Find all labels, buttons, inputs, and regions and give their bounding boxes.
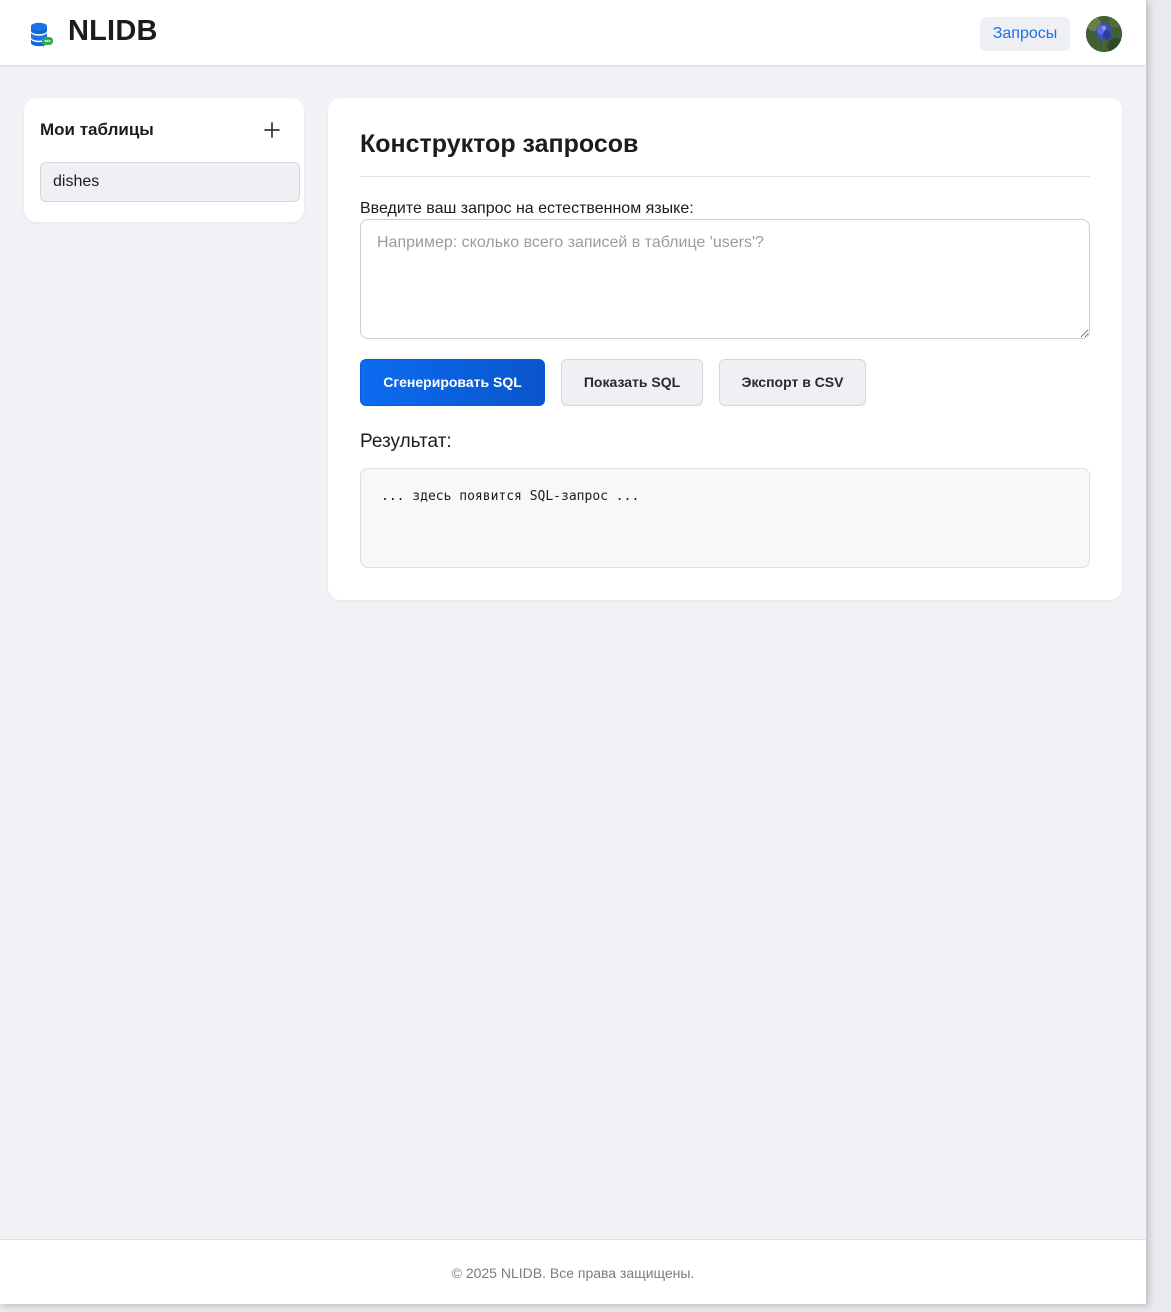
brand-title[interactable]: NLIDB [68, 15, 158, 48]
sidebar-title: Мои таблицы [40, 120, 154, 139]
nav-queries-link[interactable]: Запросы [980, 17, 1070, 51]
result-label: Результат: [360, 431, 452, 452]
user-avatar-icon [1086, 16, 1122, 52]
avatar[interactable] [1086, 16, 1122, 52]
query-input[interactable] [360, 219, 1090, 339]
sidebar-item-dishes[interactable]: dishes [40, 162, 300, 202]
top-header: NLIDB Запросы [0, 0, 1146, 66]
app-window: NLIDB Запросы Мои таблицы dishes Констру… [0, 0, 1147, 1304]
tables-sidebar: Мои таблицы dishes [24, 98, 304, 222]
copyright-text: © 2025 NLIDB. Все права защищены. [451, 1265, 695, 1281]
result-output: ... здесь появится SQL-запрос ... [360, 468, 1090, 568]
footer: © 2025 NLIDB. Все права защищены. [0, 1239, 1146, 1304]
plus-icon [264, 122, 280, 138]
export-csv-button[interactable]: Экспорт в CSV [719, 359, 866, 406]
query-builder-card: Конструктор запросов Введите ваш запрос … [328, 98, 1122, 600]
page-title: Конструктор запросов [360, 130, 639, 158]
database-chat-icon [28, 20, 56, 48]
show-sql-button[interactable]: Показать SQL [561, 359, 703, 406]
query-label: Введите ваш запрос на естественном языке… [360, 200, 694, 217]
add-table-button[interactable] [260, 118, 284, 142]
generate-sql-button[interactable]: Сгенерировать SQL [360, 359, 545, 406]
divider [360, 176, 1090, 177]
